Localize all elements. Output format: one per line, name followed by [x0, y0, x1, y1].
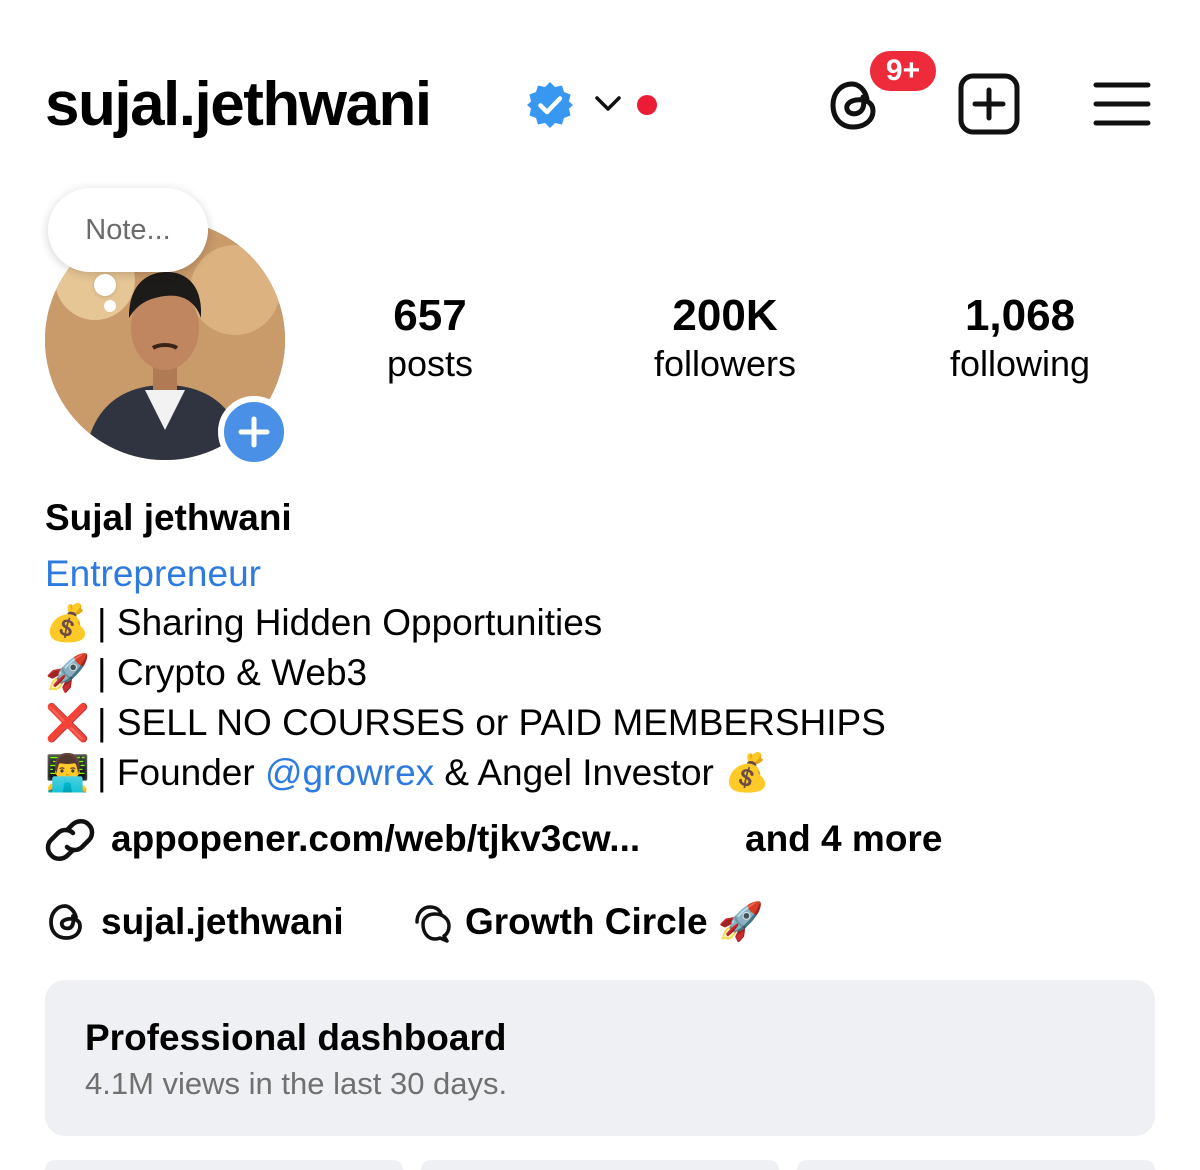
verified-badge-icon [527, 82, 573, 128]
posts-stat[interactable]: 657 posts [340, 290, 520, 386]
profile-action-button[interactable] [797, 1160, 1155, 1170]
add-story-button[interactable] [218, 396, 290, 468]
bio-text: | SELL NO COURSES or PAID MEMBERSHIPS [97, 702, 886, 743]
professional-dashboard-card[interactable]: Professional dashboard 4.1M views in the… [45, 980, 1155, 1136]
bio-line: 🚀 | Crypto & Web3 [45, 650, 367, 696]
note-bubble-tail-small [104, 300, 116, 312]
profile-header: sujal.jethwani 9+ [45, 46, 1155, 150]
chevron-down-icon[interactable] [593, 93, 623, 115]
money-bag-emoji: 💰 [45, 602, 90, 643]
posts-label: posts [386, 343, 474, 384]
account-notification-dot [637, 95, 657, 115]
followers-label: followers [653, 343, 797, 384]
link-icon [45, 819, 95, 861]
followers-count: 200K [672, 291, 778, 340]
notification-count-badge: 9+ [865, 46, 941, 96]
bio-text: | Crypto & Web3 [97, 652, 368, 693]
menu-icon[interactable] [1093, 80, 1151, 128]
new-post-icon[interactable] [957, 72, 1021, 136]
rocket-emoji: 🚀 [45, 652, 90, 693]
plus-icon [238, 416, 270, 448]
bio-line: 👨‍💻 | Founder @growrex & Angel Investor 💰 [45, 750, 770, 796]
username-switcher[interactable]: sujal.jethwani [45, 70, 432, 140]
broadcast-channel-icon[interactable] [411, 902, 455, 944]
profile-action-button[interactable] [421, 1160, 779, 1170]
channel-name-link[interactable]: Growth Circle 🚀 [465, 898, 764, 946]
more-links[interactable]: and 4 more [745, 816, 942, 862]
bio-line: 💰 | Sharing Hidden Opportunities [45, 600, 602, 646]
cross-mark-emoji: ❌ [45, 702, 90, 743]
threads-handle-link[interactable]: sujal.jethwani [101, 898, 344, 946]
bio-text: | Sharing Hidden Opportunities [97, 602, 603, 643]
bio-line: ❌ | SELL NO COURSES or PAID MEMBERSHIPS [45, 700, 886, 746]
bio-link[interactable]: appopener.com/web/tjkv3cw... [111, 816, 640, 862]
category-label: Entrepreneur [45, 553, 261, 594]
bio-text: | Founder [97, 752, 265, 793]
posts-count: 657 [393, 291, 467, 340]
threads-icon[interactable] [45, 900, 89, 944]
dashboard-title: Professional dashboard [85, 1017, 507, 1058]
profile-page: sujal.jethwani 9+ Note... 657 posts 200K… [0, 0, 1200, 1170]
technologist-emoji: 👨‍💻 [45, 752, 90, 793]
dashboard-subtitle: 4.1M views in the last 30 days. [85, 1066, 508, 1101]
following-count: 1,068 [964, 291, 1076, 340]
note-bubble[interactable]: Note... [48, 188, 208, 272]
growrex-mention-link[interactable]: @growrex [265, 752, 434, 793]
followers-stat[interactable]: 200K followers [615, 290, 835, 386]
note-bubble-tail [94, 274, 116, 296]
following-label: following [949, 343, 1091, 384]
bio-text: & Angel Investor 💰 [434, 752, 771, 793]
full-name: Sujal jethwani [45, 497, 292, 538]
profile-action-button[interactable] [45, 1160, 403, 1170]
following-stat[interactable]: 1,068 following [915, 290, 1125, 386]
